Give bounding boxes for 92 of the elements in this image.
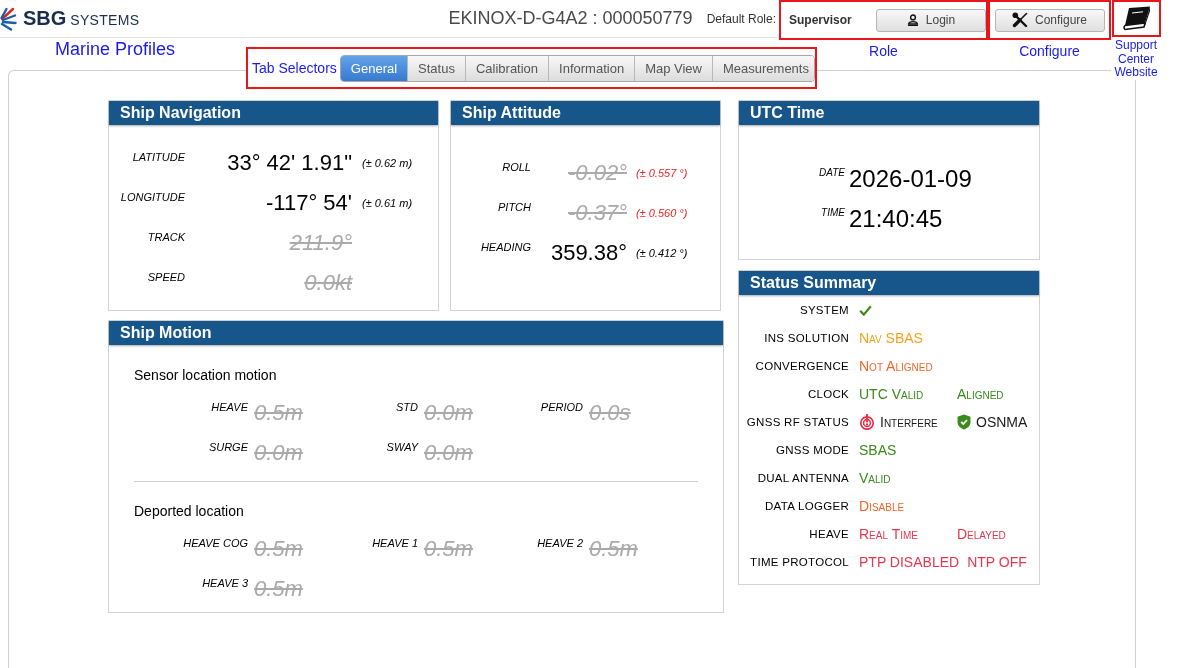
field-label: SPEED — [147, 271, 185, 284]
status-value: Not Aligned — [859, 357, 933, 375]
section-title: Sensor location motion — [134, 366, 277, 384]
annotation-label: Support Center Website — [1111, 39, 1161, 80]
status-value: Delayed — [957, 525, 1006, 543]
annotation-label: Configure — [1019, 43, 1080, 59]
accuracy-text: (± 0.62 m) — [362, 156, 413, 170]
tab[interactable]: Calibration — [464, 55, 549, 81]
section-title: Deported location — [134, 502, 244, 520]
motion-label: HEAVE 3 — [202, 577, 248, 590]
motion-value: 0.5m — [424, 536, 473, 562]
status-label: HEAVE — [809, 527, 849, 541]
status-value: Aligned — [957, 385, 1004, 403]
field-label: HEADING — [480, 241, 531, 254]
device-title: EKINOX-D-G4A2 : 000050779 — [448, 8, 693, 29]
field-label: TRACK — [147, 231, 185, 244]
status-value: OSNMA — [976, 413, 1028, 431]
motion-value: 0.5m — [254, 576, 303, 602]
field-value: -117° 54' — [266, 190, 352, 216]
motion-label: HEAVE 2 — [537, 537, 583, 550]
accuracy-text: (± 0.557 °) — [636, 166, 688, 180]
status-value: Nav SBAS — [859, 329, 923, 347]
motion-label: SWAY — [386, 441, 418, 454]
motion-label: HEAVE — [211, 401, 248, 414]
status-value: SBAS — [859, 441, 897, 459]
status-value: Real Time — [859, 525, 918, 543]
field-value: 359.38° — [550, 240, 627, 266]
status-value: NTP OFF — [967, 553, 1027, 571]
field-value: 33° 42' 1.91" — [227, 150, 352, 176]
card-title: Status Summary — [739, 271, 1039, 295]
card-title: Ship Navigation — [109, 101, 438, 125]
annotation-label: Tab Selectors — [252, 60, 337, 76]
status-value: UTC Valid — [859, 385, 924, 403]
tab[interactable]: Information — [548, 55, 635, 81]
field-label: LATITUDE — [132, 151, 185, 164]
book-icon[interactable] — [1121, 6, 1151, 31]
tools-icon — [1012, 12, 1028, 28]
motion-value: 0.5m — [589, 536, 638, 562]
motion-value: 0.5m — [254, 536, 303, 562]
accuracy-text: (± 0.61 m) — [362, 196, 413, 210]
status-label: GNSS MODE — [776, 443, 849, 457]
card-title: UTC Time — [739, 101, 1039, 125]
status-label: TIME PROTOCOL — [750, 555, 849, 569]
annotation-label: Marine Profiles — [55, 39, 176, 60]
tab[interactable]: Map View — [634, 55, 712, 81]
status-value: Disable — [859, 497, 905, 515]
field-value: 211.9° — [289, 230, 352, 256]
field-value: 21:40:45 — [849, 205, 943, 233]
status-value: PTP DISABLED — [859, 553, 960, 571]
motion-label: STD — [396, 401, 418, 414]
logo-wordmark: SBG SYSTEMS — [23, 7, 140, 30]
status-label: DUAL ANTENNA — [757, 471, 849, 485]
accuracy-text: (± 0.412 °) — [636, 246, 688, 260]
status-label: SYSTEM — [799, 303, 849, 317]
field-label: DATE — [819, 166, 845, 179]
motion-value: 0.5m — [254, 400, 303, 426]
status-value: Interfere — [880, 413, 938, 431]
motion-label: SURGE — [208, 441, 248, 454]
status-label: CONVERGENCE — [755, 359, 849, 373]
starburst-icon — [0, 6, 17, 31]
tab[interactable]: General — [340, 55, 408, 81]
role-value: Supervisor — [789, 13, 853, 27]
motion-value: 0.0m — [254, 440, 303, 466]
status-label: GNSS RF STATUS — [746, 415, 849, 429]
login-button[interactable]: Login — [876, 8, 986, 32]
configure-button[interactable]: Configure — [994, 8, 1105, 32]
motion-label: HEAVE 1 — [372, 537, 418, 550]
field-value: -0.37° — [568, 200, 627, 226]
accuracy-text: (± 0.560 °) — [636, 206, 688, 220]
annotation-label: Role — [869, 43, 898, 59]
tab[interactable]: Status — [407, 55, 465, 81]
motion-value: 0.0m — [424, 440, 473, 466]
person-icon — [906, 14, 919, 26]
card-title: Ship Motion — [109, 321, 723, 345]
field-label: TIME — [821, 206, 845, 219]
motion-label: PERIOD — [540, 401, 583, 414]
card-title: Ship Attitude — [451, 101, 720, 125]
status-label: INS SOLUTION — [764, 331, 849, 345]
field-value: 2026-01-09 — [849, 165, 972, 193]
field-value: 0.0kt — [304, 270, 352, 296]
status-value: Valid — [859, 469, 891, 487]
motion-value: 0.0m — [424, 400, 473, 426]
role-label: Default Role: — [706, 11, 776, 26]
motion-value: 0.0s — [589, 400, 631, 426]
motion-label: HEAVE COG — [183, 537, 248, 550]
status-label: DATA LOGGER — [764, 499, 849, 513]
tab[interactable]: Measurements — [712, 55, 814, 81]
status-label: CLOCK — [807, 387, 849, 401]
field-label: ROLL — [502, 161, 531, 174]
field-value: -0.02° — [568, 160, 627, 186]
field-label: LONGITUDE — [120, 191, 185, 204]
field-label: PITCH — [498, 201, 531, 214]
